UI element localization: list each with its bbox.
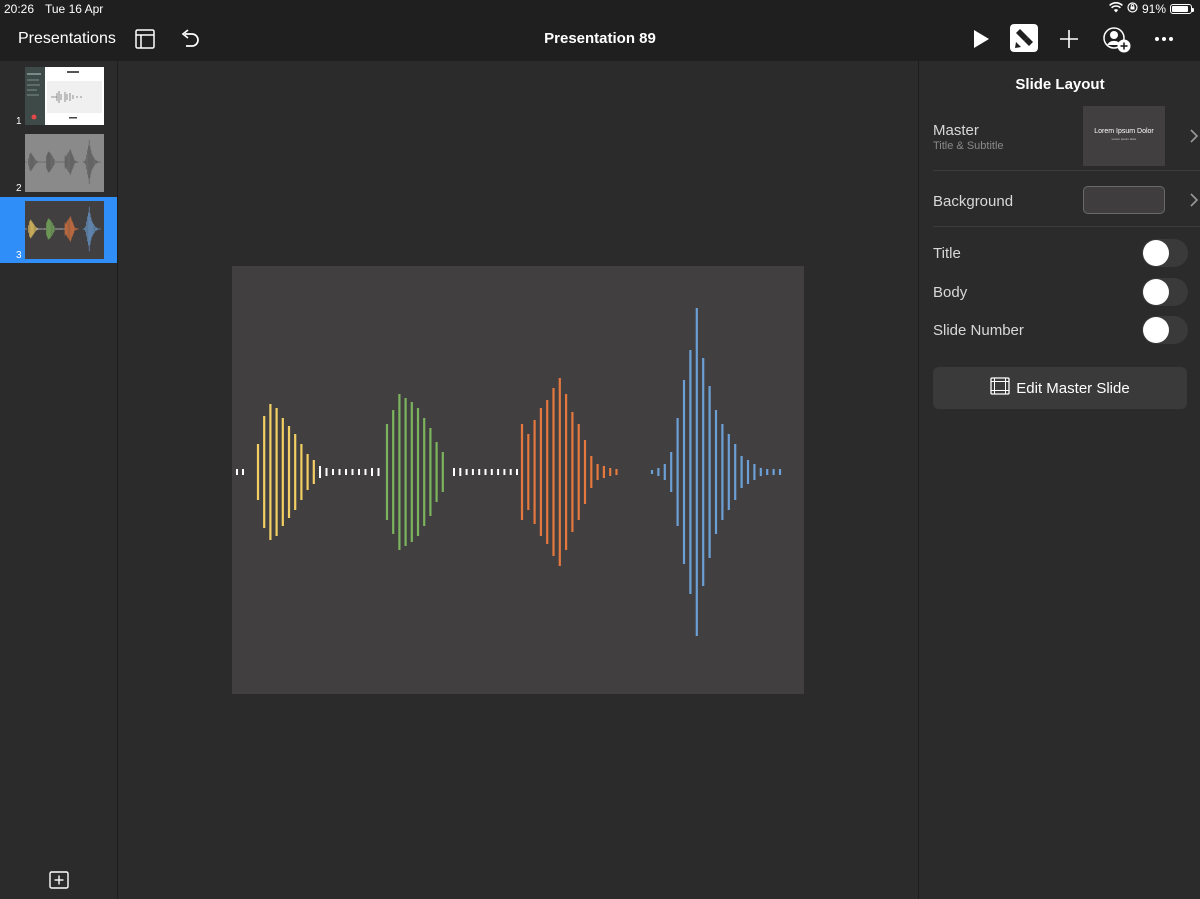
orientation-lock-icon: [1127, 2, 1138, 16]
slide-number-toggle-label: Slide Number: [933, 322, 1024, 339]
status-bar: 20:26 Tue 16 Apr 91%: [0, 0, 1200, 18]
master-grid-icon: [990, 377, 1010, 399]
battery-percent: 91%: [1141, 2, 1166, 16]
master-thumb-title: Lorem Ipsum Dolor: [1094, 128, 1154, 135]
slide-canvas: [118, 61, 918, 899]
paintbrush-icon[interactable]: [1010, 24, 1038, 52]
format-inspector: Slide Layout Master Title & Subtitle Lor…: [918, 61, 1200, 899]
status-right: 91%: [1109, 2, 1194, 16]
edit-master-slide-label: Edit Master Slide: [1016, 379, 1130, 397]
master-row[interactable]: Master Title & Subtitle Lorem Ipsum Dolo…: [933, 105, 1200, 171]
body-toggle[interactable]: [1142, 278, 1188, 306]
sidebar-layout-icon[interactable]: [134, 28, 156, 50]
play-icon[interactable]: [970, 28, 992, 50]
battery-fill: [1172, 6, 1189, 12]
add-slide-icon[interactable]: [49, 871, 69, 889]
slide-navigator: 1 2 3: [0, 61, 118, 899]
sound-wave-graphic[interactable]: [232, 266, 804, 694]
slide-thumbnail-1[interactable]: 1: [0, 63, 117, 129]
add-person-icon[interactable]: [1102, 26, 1132, 54]
status-date: Tue 16 Apr: [45, 2, 104, 16]
status-time: 20:26: [4, 2, 35, 16]
slide-thumbnail-2[interactable]: 2: [0, 130, 117, 196]
battery-icon: [1170, 4, 1194, 14]
title-toggle[interactable]: [1142, 239, 1188, 267]
background-row[interactable]: Background: [933, 171, 1200, 227]
current-slide[interactable]: [232, 266, 804, 694]
slide-preview: [25, 67, 104, 125]
title-toggle-label: Title: [933, 245, 961, 262]
ellipsis-icon[interactable]: [1152, 28, 1176, 50]
presentations-back-button[interactable]: Presentations: [18, 30, 116, 48]
slide-thumbnail-3[interactable]: 3: [0, 197, 117, 263]
slide-number-toggle[interactable]: [1142, 316, 1188, 344]
toggle-knob: [1143, 240, 1169, 266]
slide-number: 2: [16, 183, 22, 194]
plus-icon[interactable]: [1057, 27, 1081, 51]
edit-master-slide-button[interactable]: Edit Master Slide: [933, 367, 1187, 409]
slide-number: 3: [16, 250, 22, 261]
body-toggle-row: Body: [933, 274, 1200, 312]
chevron-right-icon: [1185, 128, 1200, 144]
body-toggle-label: Body: [933, 284, 968, 301]
master-thumbnail: Lorem Ipsum Dolor Lorem ipsum dolor: [1083, 106, 1165, 166]
background-label: Background: [933, 193, 1014, 210]
master-value: Title & Subtitle: [933, 140, 1004, 152]
slide-number: 1: [16, 116, 22, 127]
toolbar: Presentations Presentation 89: [0, 18, 1200, 61]
slide-preview: [25, 201, 104, 259]
undo-icon[interactable]: [178, 27, 202, 51]
inspector-title: Slide Layout: [1015, 76, 1105, 93]
master-thumb-subtitle: Lorem ipsum dolor: [1111, 137, 1137, 141]
title-toggle-row: Title: [933, 235, 1200, 273]
toggle-knob: [1143, 317, 1169, 343]
slide-preview: [25, 134, 104, 192]
master-label: Master: [933, 122, 979, 139]
background-color-swatch[interactable]: [1083, 186, 1165, 214]
wifi-icon: [1109, 2, 1123, 16]
chevron-right-icon: [1185, 192, 1200, 208]
slide-number-toggle-row: Slide Number: [933, 312, 1200, 350]
toggle-knob: [1143, 279, 1169, 305]
